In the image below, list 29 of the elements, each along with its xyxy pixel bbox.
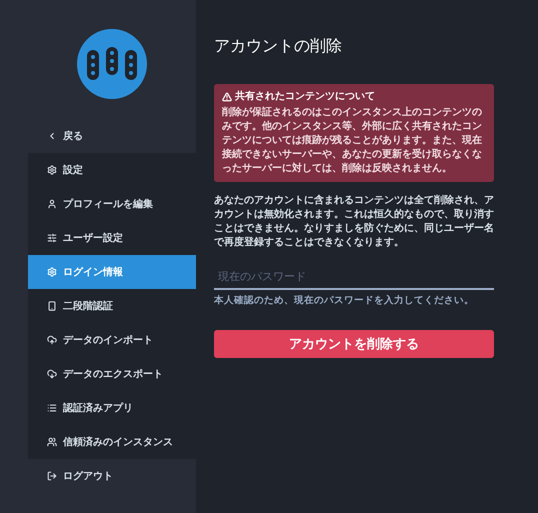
sidebar-item[interactable]: データのエクスポート	[28, 357, 196, 391]
sidebar-item[interactable]: ユーザー設定	[28, 221, 196, 255]
users-icon	[47, 437, 57, 447]
delete-account-button[interactable]: アカウントを削除する	[214, 330, 494, 358]
page-title: アカウントの削除	[214, 35, 343, 57]
list-icon	[47, 403, 57, 413]
password-hint: 本人確認のため、現在のパスワードを入力してください。	[214, 294, 475, 308]
sidebar-item[interactable]: プロフィールを編集	[28, 187, 196, 221]
sliders-icon	[47, 233, 57, 243]
warning-icon	[222, 92, 232, 102]
alert-text: 削除が保証されるのはこのインスタンス上のコンテンツのみです。他のインスタンス等、外部に広く共有されたコンテンツについては痕跡が残ることがあります。また、現在接続できないサーバーや、あなたの更新を受け取らなくなったサーバーに対しては、削除は反映されません。	[222, 106, 483, 176]
gear-icon	[47, 165, 57, 175]
cloud-upload-icon	[47, 335, 57, 345]
sidebar-item[interactable]: 二段階認証	[28, 289, 196, 323]
sidebar-item[interactable]: 設定	[28, 153, 196, 187]
sidebar-item[interactable]: 信頼済みのインスタンス	[28, 425, 196, 459]
alert-title: 共有されたコンテンツについて	[235, 90, 375, 104]
sidebar-item[interactable]: ログアウト	[28, 459, 196, 493]
sidebar-item[interactable]: データのインポート	[28, 323, 196, 357]
user-icon	[47, 199, 57, 209]
phone-icon	[47, 301, 57, 311]
sidebar-item[interactable]: 認証済みアプリ	[28, 391, 196, 425]
logo-icon	[77, 28, 147, 98]
description-text: あなたのアカウントに含まれるコンテンツは全て削除され、アカウントは無効化されます。これは恒久的なもので、取り消すことはできません。なりすましを防ぐために、同じユーザー名で再度登録することはできなくなります。	[214, 194, 494, 250]
cloud-download-icon	[47, 369, 57, 379]
sidebar-item[interactable]: 戻る	[28, 119, 196, 153]
gear-icon	[47, 267, 57, 277]
logout-icon	[47, 471, 57, 481]
password-field[interactable]: 現在のパスワード	[214, 264, 494, 290]
